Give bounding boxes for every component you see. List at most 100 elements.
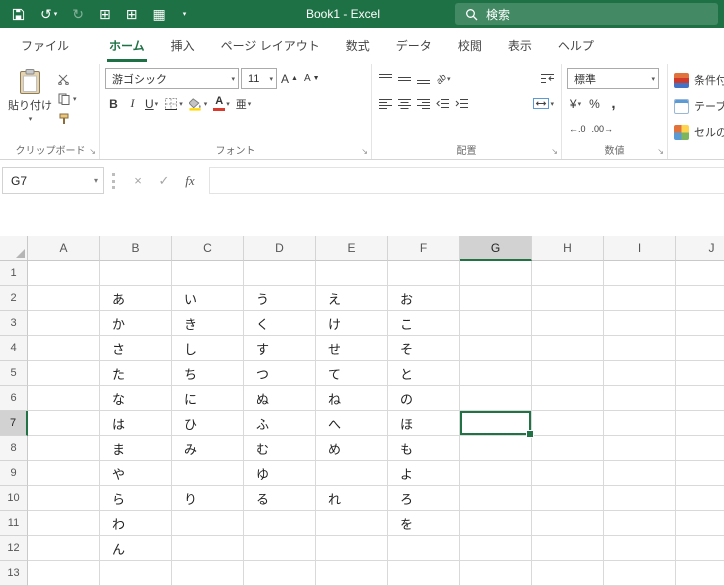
cell-C11[interactable]: [172, 511, 244, 536]
column-header-C[interactable]: C: [172, 236, 244, 261]
cell-D11[interactable]: [244, 511, 316, 536]
cell-E9[interactable]: [316, 461, 388, 486]
alignment-dialog-launcher[interactable]: ↘: [551, 148, 558, 156]
cell-F9[interactable]: よ: [388, 461, 460, 486]
font-dialog-launcher[interactable]: ↘: [361, 148, 368, 156]
column-header-J[interactable]: J: [676, 236, 724, 261]
cell-G9[interactable]: [460, 461, 532, 486]
cell-H4[interactable]: [532, 336, 604, 361]
row-header-7[interactable]: 7: [0, 411, 28, 436]
cell-C1[interactable]: [172, 261, 244, 286]
cell-I9[interactable]: [604, 461, 676, 486]
cell-J7[interactable]: [676, 411, 724, 436]
qat-table-icon-2[interactable]: ⊞: [126, 7, 138, 21]
cell-B6[interactable]: な: [100, 386, 172, 411]
cell-D8[interactable]: む: [244, 436, 316, 461]
bold-button[interactable]: B: [105, 93, 122, 114]
tab-home[interactable]: ホーム: [96, 28, 158, 62]
cell-H5[interactable]: [532, 361, 604, 386]
insert-function-button[interactable]: fx: [177, 173, 203, 189]
column-header-I[interactable]: I: [604, 236, 676, 261]
cell-H6[interactable]: [532, 386, 604, 411]
cell-A1[interactable]: [28, 261, 100, 286]
cell-C4[interactable]: し: [172, 336, 244, 361]
cell-E8[interactable]: め: [316, 436, 388, 461]
row-header-4[interactable]: 4: [0, 336, 28, 361]
tab-formulas[interactable]: 数式: [333, 28, 383, 62]
cell-D2[interactable]: う: [244, 286, 316, 311]
cell-F3[interactable]: こ: [388, 311, 460, 336]
cell-C5[interactable]: ち: [172, 361, 244, 386]
cell-D12[interactable]: [244, 536, 316, 561]
cell-E2[interactable]: え: [316, 286, 388, 311]
cell-B7[interactable]: は: [100, 411, 172, 436]
cell-J13[interactable]: [676, 561, 724, 586]
cell-C6[interactable]: に: [172, 386, 244, 411]
cell-H11[interactable]: [532, 511, 604, 536]
cell-A3[interactable]: [28, 311, 100, 336]
cell-A5[interactable]: [28, 361, 100, 386]
align-right-button[interactable]: [415, 93, 432, 114]
cell-E1[interactable]: [316, 261, 388, 286]
orientation-button[interactable]: ab ▾: [434, 68, 453, 89]
cell-H7[interactable]: [532, 411, 604, 436]
formula-input[interactable]: [209, 167, 724, 194]
save-button[interactable]: [12, 8, 25, 21]
cell-I8[interactable]: [604, 436, 676, 461]
column-header-E[interactable]: E: [316, 236, 388, 261]
cell-A13[interactable]: [28, 561, 100, 586]
row-header-3[interactable]: 3: [0, 311, 28, 336]
cell-B1[interactable]: [100, 261, 172, 286]
decrease-indent-button[interactable]: [434, 93, 451, 114]
cell-C7[interactable]: ひ: [172, 411, 244, 436]
underline-button[interactable]: U ▾: [143, 93, 160, 114]
font-name-combo[interactable]: 游ゴシック ▾: [105, 68, 239, 89]
enter-button[interactable]: ✓: [151, 173, 177, 189]
cell-H13[interactable]: [532, 561, 604, 586]
cell-J5[interactable]: [676, 361, 724, 386]
cell-E12[interactable]: [316, 536, 388, 561]
cell-I4[interactable]: [604, 336, 676, 361]
cell-J11[interactable]: [676, 511, 724, 536]
fill-color-button[interactable]: ▾: [187, 93, 210, 114]
copy-button[interactable]: ▾: [58, 92, 77, 106]
tab-file[interactable]: ファイル: [8, 28, 82, 62]
cell-E10[interactable]: れ: [316, 486, 388, 511]
cell-D1[interactable]: [244, 261, 316, 286]
cell-J10[interactable]: [676, 486, 724, 511]
row-header-6[interactable]: 6: [0, 386, 28, 411]
cell-G10[interactable]: [460, 486, 532, 511]
tab-review[interactable]: 校閲: [445, 28, 495, 62]
cell-A7[interactable]: [28, 411, 100, 436]
row-header-5[interactable]: 5: [0, 361, 28, 386]
cell-G5[interactable]: [460, 361, 532, 386]
row-header-10[interactable]: 10: [0, 486, 28, 511]
search-box[interactable]: 検索: [455, 3, 718, 25]
cell-B3[interactable]: か: [100, 311, 172, 336]
undo-button[interactable]: ↺ ▾: [40, 7, 57, 21]
font-size-combo[interactable]: 11 ▾: [241, 68, 277, 89]
column-header-A[interactable]: A: [28, 236, 100, 261]
clipboard-dialog-launcher[interactable]: ↘: [89, 148, 96, 156]
cell-I6[interactable]: [604, 386, 676, 411]
cell-J8[interactable]: [676, 436, 724, 461]
align-center-button[interactable]: [396, 93, 413, 114]
cell-styles-button[interactable]: セルの: [674, 119, 724, 145]
cell-B9[interactable]: や: [100, 461, 172, 486]
cell-C9[interactable]: [172, 461, 244, 486]
cell-G4[interactable]: [460, 336, 532, 361]
cell-G11[interactable]: [460, 511, 532, 536]
cell-J9[interactable]: [676, 461, 724, 486]
cell-J2[interactable]: [676, 286, 724, 311]
cell-F13[interactable]: [388, 561, 460, 586]
qat-table-icon-1[interactable]: ⊞: [99, 7, 111, 21]
cell-F1[interactable]: [388, 261, 460, 286]
number-format-combo[interactable]: 標準 ▾: [567, 68, 659, 89]
redo-button[interactable]: ↻: [72, 7, 84, 21]
row-header-1[interactable]: 1: [0, 261, 28, 286]
cell-H10[interactable]: [532, 486, 604, 511]
cell-A10[interactable]: [28, 486, 100, 511]
format-as-table-button[interactable]: テーブル: [674, 93, 724, 119]
cell-G1[interactable]: [460, 261, 532, 286]
format-painter-button[interactable]: [58, 112, 77, 126]
